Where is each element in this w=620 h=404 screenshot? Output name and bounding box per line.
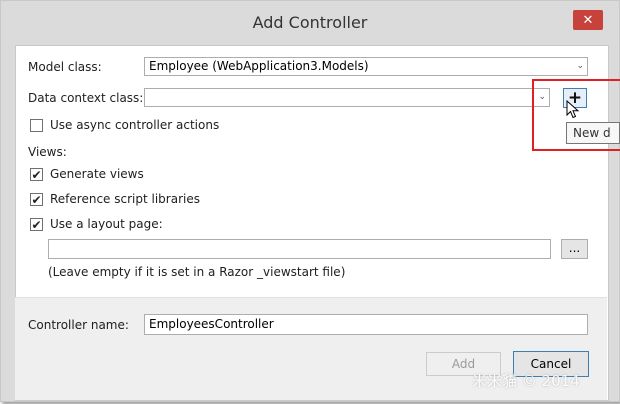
browse-label: ... (568, 241, 581, 255)
async-actions-label: Use async controller actions (50, 118, 220, 132)
data-context-dropdown[interactable]: ⌄ (144, 88, 550, 107)
browse-layout-button[interactable]: ... (561, 239, 588, 259)
data-context-label: Data context class: (28, 91, 144, 105)
async-actions-checkbox[interactable] (30, 119, 43, 132)
dialog-title: Add Controller (252, 13, 368, 32)
chevron-down-icon: ⌄ (576, 61, 584, 71)
controller-name-value: EmployeesController (149, 317, 274, 331)
close-icon: ✕ (582, 12, 594, 28)
tooltip-text: New d (573, 126, 611, 140)
layout-page-input[interactable] (48, 239, 551, 259)
check-icon: ✔ (31, 217, 42, 232)
views-heading: Views: (28, 145, 67, 159)
generate-views-label: Generate views (50, 167, 144, 181)
reference-scripts-label: Reference script libraries (50, 192, 200, 206)
close-button[interactable]: ✕ (573, 10, 603, 30)
mouse-cursor-icon (566, 100, 580, 119)
check-icon: ✔ (31, 167, 42, 182)
controller-name-label: Controller name: (28, 318, 129, 332)
model-class-label: Model class: (28, 60, 102, 74)
model-class-dropdown[interactable]: Employee (WebApplication3.Models) ⌄ (144, 57, 588, 76)
title-bar: Add Controller ✕ (1, 1, 619, 45)
add-button-label: Add (451, 357, 476, 371)
cancel-button-label: Cancel (530, 357, 572, 371)
use-layout-checkbox[interactable]: ✔ (30, 218, 43, 231)
use-layout-label: Use a layout page: (50, 217, 163, 231)
model-class-value: Employee (WebApplication3.Models) (149, 59, 369, 73)
generate-views-checkbox[interactable]: ✔ (30, 168, 43, 181)
new-button-tooltip: New d (566, 122, 620, 144)
reference-scripts-checkbox[interactable]: ✔ (30, 193, 43, 206)
controller-name-input[interactable]: EmployeesController (144, 314, 588, 335)
layout-hint: (Leave empty if it is set in a Razor _vi… (48, 265, 346, 279)
watermark: 米米貓 © 2014 (472, 372, 580, 390)
check-icon: ✔ (31, 192, 42, 207)
